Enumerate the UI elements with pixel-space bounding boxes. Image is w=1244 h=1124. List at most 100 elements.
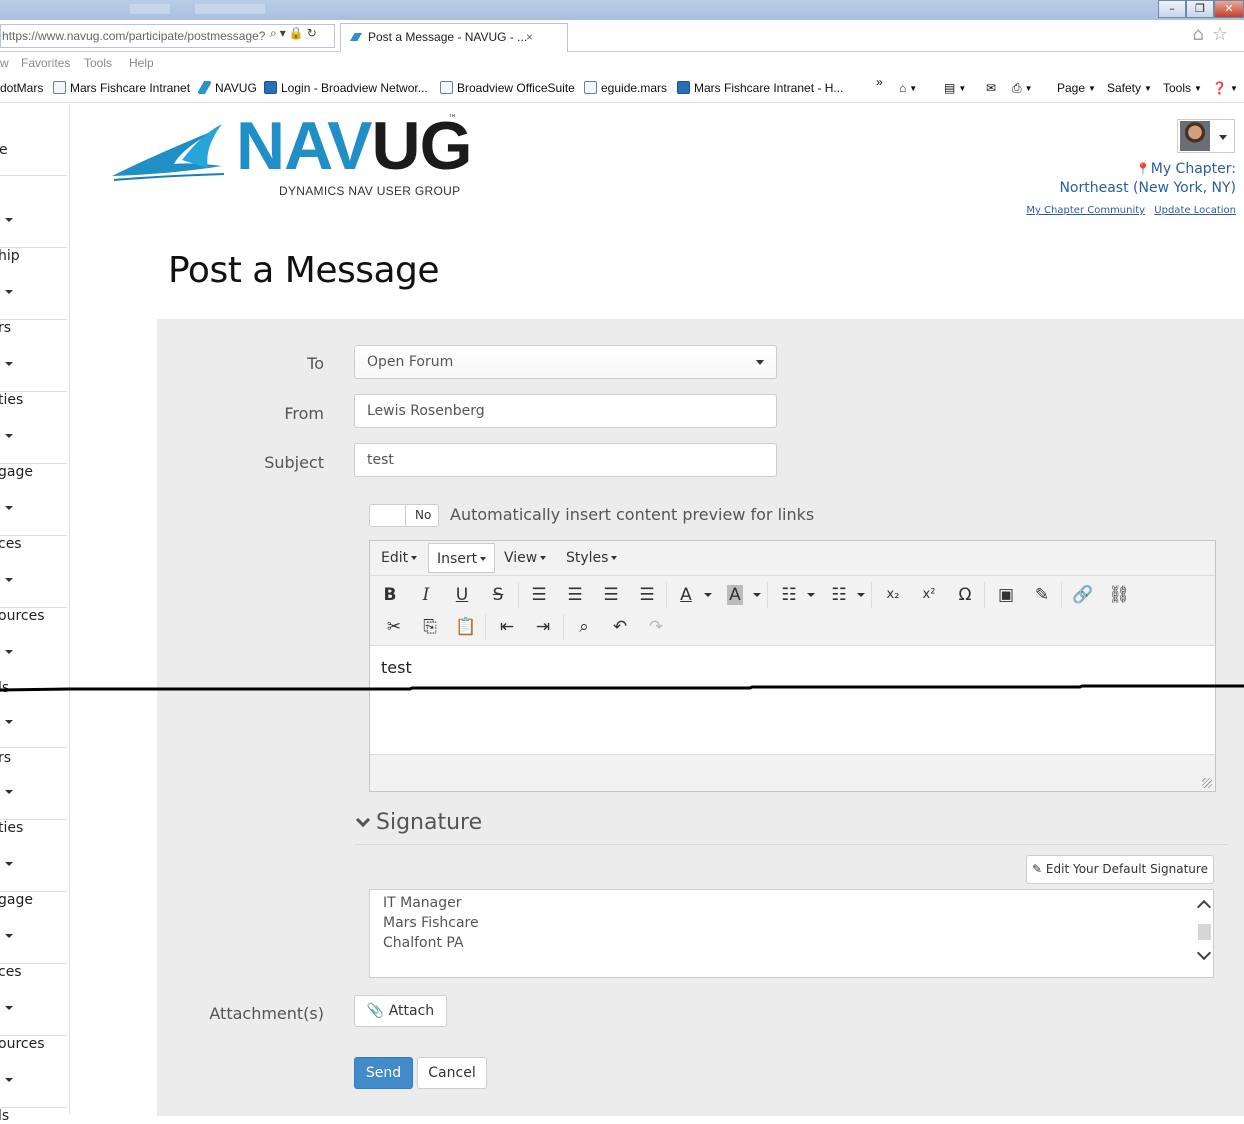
bullet-list-dropdown[interactable]: [806, 581, 816, 609]
signature-toggle[interactable]: Signature: [355, 810, 482, 835]
nav-item-members[interactable]: rs: [0, 248, 67, 336]
justify-icon[interactable]: ☰: [633, 581, 661, 609]
nav-item-membership[interactable]: hip: [0, 176, 67, 264]
link-preview-toggle[interactable]: No: [369, 504, 439, 527]
tab-close-icon[interactable]: ×: [526, 24, 533, 50]
cancel-button[interactable]: Cancel: [417, 1057, 487, 1089]
text-color-icon[interactable]: A: [672, 581, 700, 609]
from-field[interactable]: Lewis Rosenberg: [354, 394, 777, 428]
menu-help[interactable]: Help: [129, 56, 154, 70]
home-icon[interactable]: ⌂: [1192, 24, 1211, 45]
restore-button[interactable]: ❐: [1186, 0, 1214, 18]
nav-item-home[interactable]: e: [0, 104, 67, 176]
numbered-list-icon[interactable]: ☷: [825, 581, 853, 609]
nav-item-engage-2[interactable]: gage: [0, 820, 67, 908]
editor-menu-styles[interactable]: Styles: [558, 543, 625, 573]
close-window-button[interactable]: ✕: [1214, 0, 1244, 18]
nav-item-tools-2[interactable]: ls: [0, 1036, 67, 1124]
minimize-button[interactable]: –: [1158, 0, 1186, 18]
align-left-icon[interactable]: ☰: [525, 581, 553, 609]
indent-icon[interactable]: ⇥: [529, 613, 557, 641]
scroll-down-icon[interactable]: [1196, 945, 1212, 961]
align-right-icon[interactable]: ☰: [597, 581, 625, 609]
tools-menu[interactable]: Tools ▼: [1163, 81, 1202, 95]
nav-item-tools[interactable]: ls: [0, 608, 67, 696]
superscript-icon[interactable]: x²: [915, 581, 943, 609]
favorite-dotmars[interactable]: dotMars: [0, 81, 43, 95]
nav-item-communities-2[interactable]: ties: [0, 748, 67, 836]
paste-icon[interactable]: 📋: [452, 613, 480, 641]
link-icon[interactable]: 🔗: [1069, 581, 1097, 609]
signature-line: Chalfont PA: [383, 935, 464, 951]
nav-item-services[interactable]: ces: [0, 464, 67, 552]
copy-icon[interactable]: ⎘: [416, 613, 444, 641]
bold-icon[interactable]: B: [376, 581, 404, 609]
scroll-up-icon[interactable]: [1196, 899, 1212, 915]
outdent-icon[interactable]: ⇤: [493, 613, 521, 641]
edit-source-icon[interactable]: ✎: [1028, 581, 1056, 609]
favorites-star-icon[interactable]: ☆: [1212, 24, 1236, 45]
page-menu[interactable]: Page ▼: [1057, 81, 1096, 95]
menu-favorites[interactable]: Favorites: [21, 56, 70, 70]
undo-icon[interactable]: ↶: [606, 613, 634, 641]
numbered-list-dropdown[interactable]: [856, 581, 866, 609]
favorite-mars-intranet[interactable]: Mars Fishcare Intranet: [53, 81, 190, 95]
italic-icon[interactable]: I: [412, 581, 440, 609]
favorite-mars-intranet-h[interactable]: Mars Fishcare Intranet - H...: [677, 81, 843, 95]
search-icon[interactable]: ⌕: [270, 26, 280, 40]
home-menu-icon[interactable]: ⌂ ▼: [899, 81, 917, 95]
nav-item-communities[interactable]: ties: [0, 320, 67, 408]
favorite-broadview-officesuite[interactable]: Broadview OfficeSuite: [440, 81, 575, 95]
favorite-eguide[interactable]: eguide.mars: [584, 81, 667, 95]
underline-icon[interactable]: U: [448, 581, 476, 609]
subject-field[interactable]: test: [354, 443, 777, 477]
image-icon[interactable]: ▣: [992, 581, 1020, 609]
print-icon[interactable]: ⎙ ▼: [1012, 81, 1033, 96]
signature-textarea[interactable]: IT Manager Mars Fishcare Chalfont PA: [369, 889, 1214, 978]
resize-handle-icon[interactable]: [1202, 778, 1212, 788]
user-menu[interactable]: [1177, 119, 1235, 153]
menu-tools[interactable]: Tools: [84, 56, 112, 70]
favorite-navug[interactable]: NAVUG: [198, 81, 257, 95]
map-pin-icon: 📍: [1135, 162, 1151, 176]
menu-view-partial[interactable]: w: [0, 56, 9, 70]
editor-menu-edit[interactable]: Edit: [373, 543, 425, 573]
nav-item-resources[interactable]: ources: [0, 536, 67, 624]
editor-menu-insert[interactable]: Insert: [428, 543, 496, 573]
scroll-thumb[interactable]: [1198, 924, 1211, 940]
send-button[interactable]: Send: [354, 1057, 413, 1089]
cut-icon[interactable]: ✂: [380, 613, 408, 641]
mail-icon[interactable]: ✉: [986, 81, 996, 95]
nav-item-members-2[interactable]: rs: [0, 680, 67, 766]
update-location-link[interactable]: Update Location: [1154, 205, 1236, 216]
favorite-broadview-login[interactable]: Login - Broadview Networ...: [264, 81, 428, 95]
bullet-list-icon[interactable]: ☷: [775, 581, 803, 609]
attach-button[interactable]: 📎 Attach: [354, 995, 447, 1027]
signature-scrollbar[interactable]: [1196, 890, 1213, 977]
nav-item-engage[interactable]: gage: [0, 392, 67, 480]
align-center-icon[interactable]: ☰: [561, 581, 589, 609]
nav-item-resources-2[interactable]: ources: [0, 964, 67, 1052]
editor-content-area[interactable]: test: [370, 645, 1215, 755]
my-chapter-community-link[interactable]: My Chapter Community: [1026, 205, 1145, 216]
dropdown-icon[interactable]: ▾: [280, 26, 289, 40]
edit-default-signature-button[interactable]: ✎ Edit Your Default Signature: [1026, 855, 1214, 884]
special-character-icon[interactable]: Ω: [951, 581, 979, 609]
background-color-icon[interactable]: A: [721, 581, 749, 609]
strikethrough-icon[interactable]: S: [484, 581, 512, 609]
help-icon[interactable]: ❓ ▼: [1212, 81, 1238, 95]
navug-logo[interactable]: NAVUG ™ DYNAMICS NAV USER GROUP: [112, 110, 473, 202]
nav-item-services-2[interactable]: ces: [0, 892, 67, 980]
more-favorites-chevron[interactable]: »: [876, 75, 883, 89]
unlink-icon[interactable]: ⛓: [1105, 581, 1133, 609]
browser-tab[interactable]: Post a Message - NAVUG - ... ×: [340, 23, 568, 52]
refresh-icon[interactable]: ↻: [307, 26, 320, 40]
background-color-dropdown[interactable]: [752, 581, 762, 609]
find-replace-icon[interactable]: ⌕: [570, 613, 598, 641]
feeds-icon[interactable]: ▤ ▼: [944, 81, 966, 95]
text-color-dropdown[interactable]: [703, 581, 713, 609]
to-select[interactable]: Open Forum: [354, 345, 777, 379]
subscript-icon[interactable]: x₂: [879, 581, 907, 609]
editor-menu-view[interactable]: View: [496, 543, 554, 573]
safety-menu[interactable]: Safety ▼: [1107, 81, 1152, 95]
